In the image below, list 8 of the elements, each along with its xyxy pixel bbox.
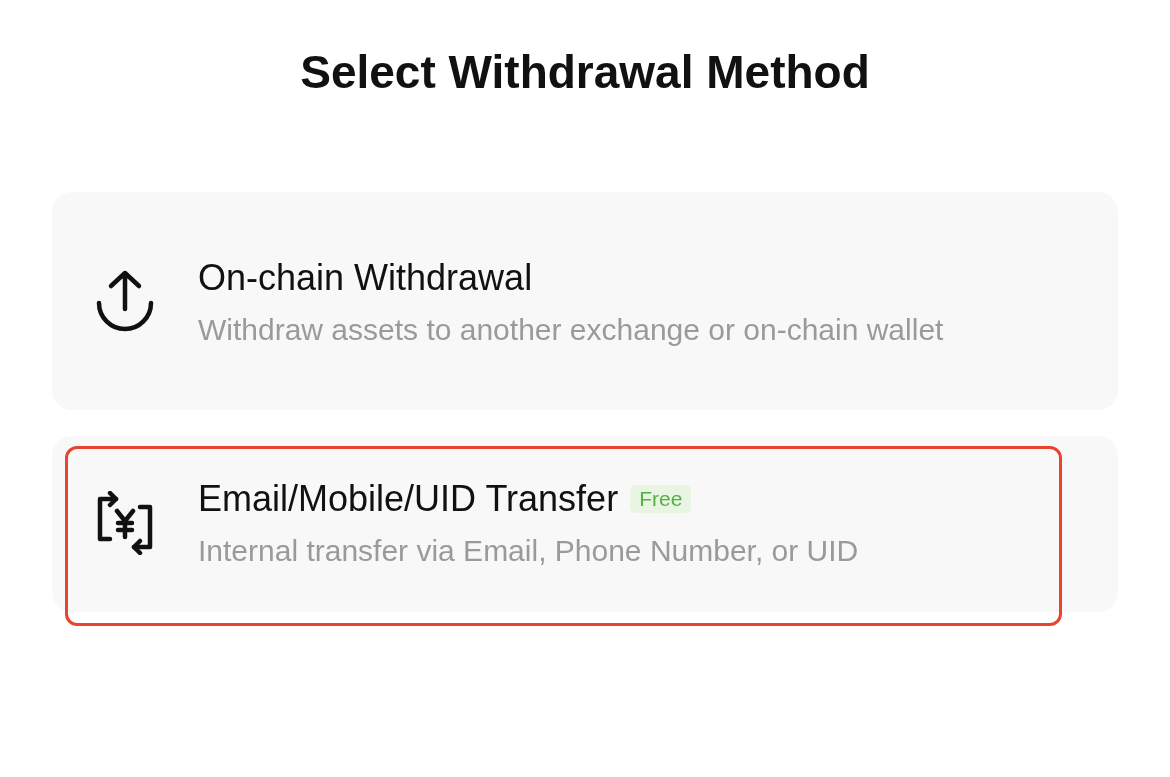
option-title: On-chain Withdrawal — [198, 255, 533, 300]
option-description: Withdraw assets to another exchange or on-chain wallet — [198, 311, 945, 348]
page-title: Select Withdrawal Method — [300, 45, 870, 100]
option-description: Internal transfer via Email, Phone Number, or UID — [198, 532, 860, 569]
free-badge: Free — [630, 484, 692, 513]
withdrawal-option[interactable]: Email/Mobile/UID Transfer Free Internal transfer via Email, Phone Number, or UID — [52, 436, 1118, 612]
withdrawal-option[interactable]: On-chain Withdrawal Withdraw assets to another exchange or on-chain wallet — [52, 192, 1118, 410]
option-title: Email/Mobile/UID Transfer — [198, 476, 619, 521]
